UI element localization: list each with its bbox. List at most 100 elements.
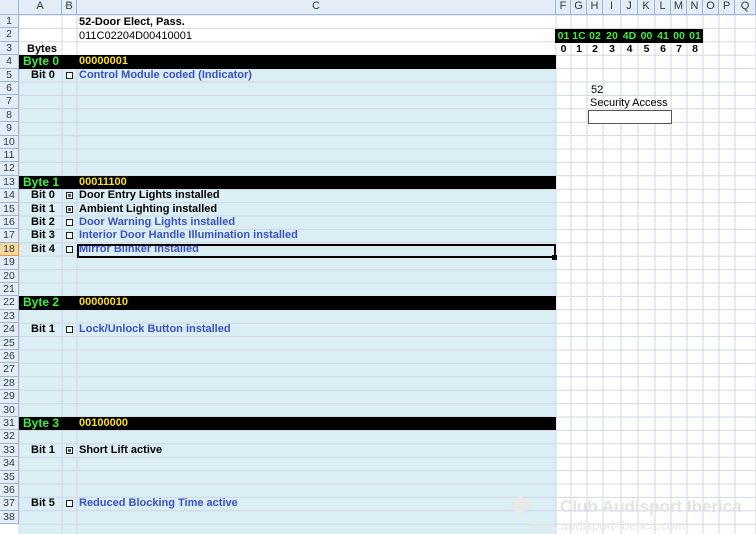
row-header-35[interactable]: 35 bbox=[0, 470, 19, 484]
column-header-l[interactable]: L bbox=[655, 0, 671, 15]
column-header-n[interactable]: N bbox=[687, 0, 703, 15]
bit-label: Bit 0 bbox=[31, 68, 55, 81]
row-header-32[interactable]: 32 bbox=[0, 430, 19, 444]
row-header-38[interactable]: 38 bbox=[0, 510, 19, 525]
column-header-b[interactable]: B bbox=[62, 0, 77, 15]
bit-label: Bit 0 bbox=[31, 189, 55, 202]
security-access-input[interactable] bbox=[588, 110, 672, 124]
row-header-15[interactable]: 15 bbox=[0, 202, 19, 216]
select-all-corner[interactable] bbox=[0, 0, 19, 15]
row-header-6[interactable]: 6 bbox=[0, 82, 19, 96]
row-header-23[interactable]: 23 bbox=[0, 309, 19, 324]
row-header-20[interactable]: 20 bbox=[0, 269, 19, 283]
bit-description: Short Lift active bbox=[79, 443, 163, 456]
column-header-i[interactable]: I bbox=[603, 0, 621, 15]
row-header-9[interactable]: 9 bbox=[0, 122, 19, 136]
row-header-13[interactable]: 13 bbox=[0, 175, 19, 190]
row-header-1[interactable]: 1 bbox=[0, 15, 19, 29]
row-header-5[interactable]: 5 bbox=[0, 68, 19, 82]
byte2-value: 00000010 bbox=[79, 296, 128, 309]
fill-handle[interactable] bbox=[552, 255, 557, 260]
row-header-12[interactable]: 12 bbox=[0, 162, 19, 176]
column-header-o[interactable]: O bbox=[703, 0, 719, 15]
row-header-37[interactable]: 37 bbox=[0, 497, 19, 511]
hex-byte: 01 bbox=[557, 30, 570, 42]
column-header-h[interactable]: H bbox=[587, 0, 603, 15]
hex-byte: 4D bbox=[622, 30, 637, 42]
byte1-value: 00011100 bbox=[79, 175, 127, 188]
row-header-30[interactable]: 30 bbox=[0, 403, 19, 417]
bit-label: Bit 4 bbox=[31, 242, 55, 255]
checkbox-icon[interactable] bbox=[66, 71, 73, 79]
checkbox-icon[interactable] bbox=[66, 232, 73, 240]
column-header-a[interactable]: A bbox=[19, 0, 62, 15]
byte1-label: Byte 1 bbox=[23, 174, 60, 189]
bit-description: Interior Door Handle Illumination instal… bbox=[79, 229, 298, 242]
row-header-2[interactable]: 2 bbox=[0, 28, 19, 42]
byte-index: 3 bbox=[609, 43, 615, 55]
hex-byte-strip: 01 1C 02 20 4D 00 41 00 01 bbox=[555, 29, 703, 43]
row-header-21[interactable]: 21 bbox=[0, 283, 19, 297]
column-header-j[interactable]: J bbox=[621, 0, 638, 15]
column-header-p[interactable]: P bbox=[719, 0, 735, 15]
checkbox-icon[interactable] bbox=[66, 500, 73, 508]
bit-label: Bit 1 bbox=[31, 443, 55, 456]
byte3-value: 00100000 bbox=[79, 417, 128, 429]
watermark-url: www.audisport-iberica.com bbox=[530, 518, 686, 533]
row-header-27[interactable]: 27 bbox=[0, 363, 19, 377]
row-header-16[interactable]: 16 bbox=[0, 216, 19, 230]
security-code: 52 bbox=[591, 84, 604, 96]
bit-label: Bit 5 bbox=[31, 497, 55, 510]
bit-label: Bit 3 bbox=[31, 229, 55, 242]
row-header-29[interactable]: 29 bbox=[0, 390, 19, 404]
row-header-26[interactable]: 26 bbox=[0, 350, 19, 364]
column-header-k[interactable]: K bbox=[638, 0, 655, 15]
row-header-24[interactable]: 24 bbox=[0, 323, 19, 337]
row-header-19[interactable]: 19 bbox=[0, 256, 19, 270]
row-header-3[interactable]: 3 bbox=[0, 41, 19, 56]
byte-index: 2 bbox=[592, 43, 598, 55]
row-header-11[interactable]: 11 bbox=[0, 149, 19, 163]
byte3-label: Byte 3 bbox=[23, 416, 60, 430]
bit-label: Bit 1 bbox=[31, 323, 55, 336]
hex-byte: 01 bbox=[689, 30, 701, 42]
checked-checkbox-icon[interactable] bbox=[66, 446, 73, 454]
watermark-logo-icon: ◆ bbox=[510, 488, 532, 519]
column-header-q[interactable]: Q bbox=[735, 0, 756, 15]
hex-byte: 1C bbox=[572, 30, 586, 42]
row-header-14[interactable]: 14 bbox=[0, 189, 19, 203]
byte0-label: Byte 0 bbox=[23, 54, 60, 69]
byte-index: 7 bbox=[676, 43, 682, 55]
bit-label: Bit 2 bbox=[31, 216, 55, 228]
byte0-value: 00000001 bbox=[79, 55, 128, 68]
row-header-28[interactable]: 28 bbox=[0, 376, 19, 391]
row-header-33[interactable]: 33 bbox=[0, 443, 19, 458]
row-header-36[interactable]: 36 bbox=[0, 484, 19, 498]
bit-description: Reduced Blocking Time active bbox=[79, 497, 238, 510]
row-header-34[interactable]: 34 bbox=[0, 457, 19, 471]
row-header-8[interactable]: 8 bbox=[0, 108, 19, 123]
bit-description: Ambient Lighting installed bbox=[79, 202, 218, 215]
checkbox-icon[interactable] bbox=[66, 326, 73, 334]
row-header-25[interactable]: 25 bbox=[0, 336, 19, 350]
byte2-label: Byte 2 bbox=[23, 295, 60, 310]
hex-byte: 00 bbox=[640, 30, 653, 42]
row-header-7[interactable]: 7 bbox=[0, 95, 19, 109]
row-header-22[interactable]: 22 bbox=[0, 296, 19, 310]
checked-checkbox-icon[interactable] bbox=[66, 192, 73, 200]
row-header-10[interactable]: 10 bbox=[0, 135, 19, 149]
hex-byte: 20 bbox=[606, 30, 618, 42]
column-header-m[interactable]: M bbox=[671, 0, 687, 15]
bit-description: Control Module coded (Indicator) bbox=[79, 68, 252, 81]
column-header-c[interactable]: C bbox=[77, 0, 556, 15]
row-header-31[interactable]: 31 bbox=[0, 417, 19, 431]
spreadsheet: A B C F G H I J K L M N O P Q 1 2 3 4 5 6 7 8 9 10 11 12 13 14 15 16 17… bbox=[0, 0, 756, 534]
column-header-g[interactable]: G bbox=[571, 0, 587, 15]
row-header-18[interactable]: 18 bbox=[0, 242, 19, 257]
row-header-4[interactable]: 4 bbox=[0, 55, 19, 69]
checkbox-icon[interactable] bbox=[66, 245, 73, 253]
column-header-f[interactable]: F bbox=[556, 0, 571, 15]
checkbox-icon[interactable] bbox=[66, 219, 73, 226]
row-header-17[interactable]: 17 bbox=[0, 229, 19, 243]
checked-checkbox-icon[interactable] bbox=[66, 205, 73, 213]
